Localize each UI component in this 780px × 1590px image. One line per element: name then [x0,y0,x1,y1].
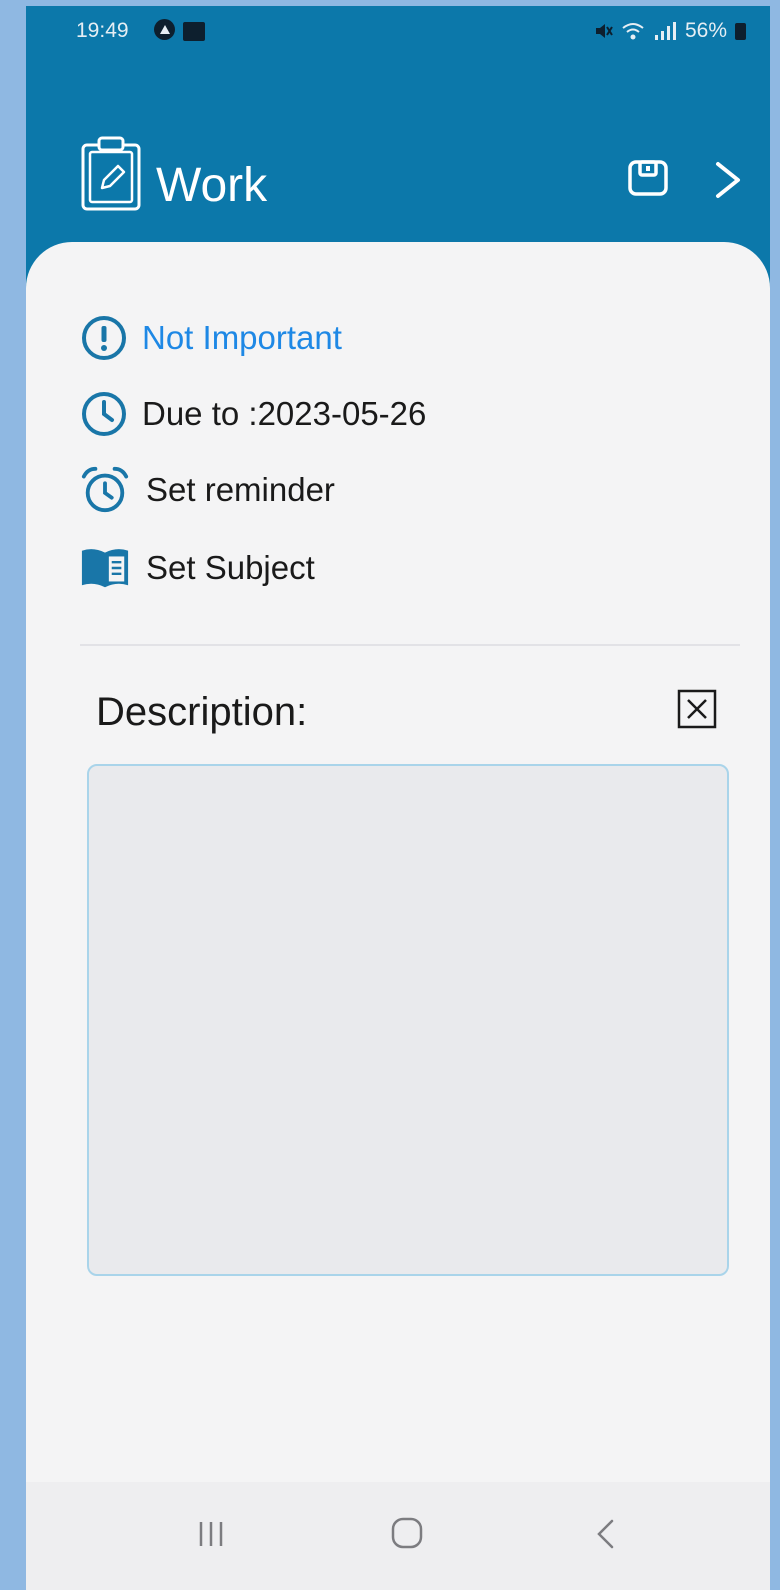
backdrop-right [770,0,780,1590]
status-notification-icons [154,19,205,41]
status-right: 56% [593,19,746,43]
chevron-right-icon[interactable] [710,158,746,202]
mute-icon [595,24,613,38]
importance-label: Not Important [142,319,342,356]
subject-row[interactable]: Set Subject [80,542,315,594]
alarm-clock-icon [80,465,130,515]
exclamation-circle-icon [80,313,130,363]
due-date-label: Due to :2023-05-26 [142,395,427,432]
description-label: Description: [96,690,308,734]
battery-percent: 56% [684,19,727,42]
task-card: Not Important Due to :2023-05-26 Set rem… [26,242,770,1482]
clipboard-icon [81,136,141,211]
home-icon[interactable] [390,1516,424,1550]
recent-apps-icon[interactable] [196,1520,226,1548]
book-icon [80,543,130,593]
status-bar: 19:49 56% [26,6,770,56]
back-icon[interactable] [594,1518,618,1550]
app-notification-icon [154,19,175,40]
page-title: Work [156,159,268,212]
wifi-icon [622,23,644,40]
system-nav-bar [26,1482,770,1590]
signal-icon [654,22,676,40]
save-icon[interactable] [626,156,670,200]
title-row: Work [26,136,770,216]
phone-screen: 19:49 56% Work Not Important Due to:202… [26,6,770,1590]
subject-label: Set Subject [146,549,315,586]
reminder-label: Set reminder [146,471,335,508]
description-input[interactable] [87,764,729,1276]
divider [80,644,740,646]
due-date-row[interactable]: Due to :2023-05-26 [80,388,426,440]
importance-row[interactable]: Not Important [80,312,342,364]
clock-icon [80,389,130,439]
close-square-icon[interactable] [676,688,718,730]
battery-icon [735,23,746,40]
image-notification-icon [183,22,205,41]
reminder-row[interactable]: Set reminder [80,464,335,516]
backdrop-left [0,0,26,1590]
status-time: 19:49 [76,19,129,42]
